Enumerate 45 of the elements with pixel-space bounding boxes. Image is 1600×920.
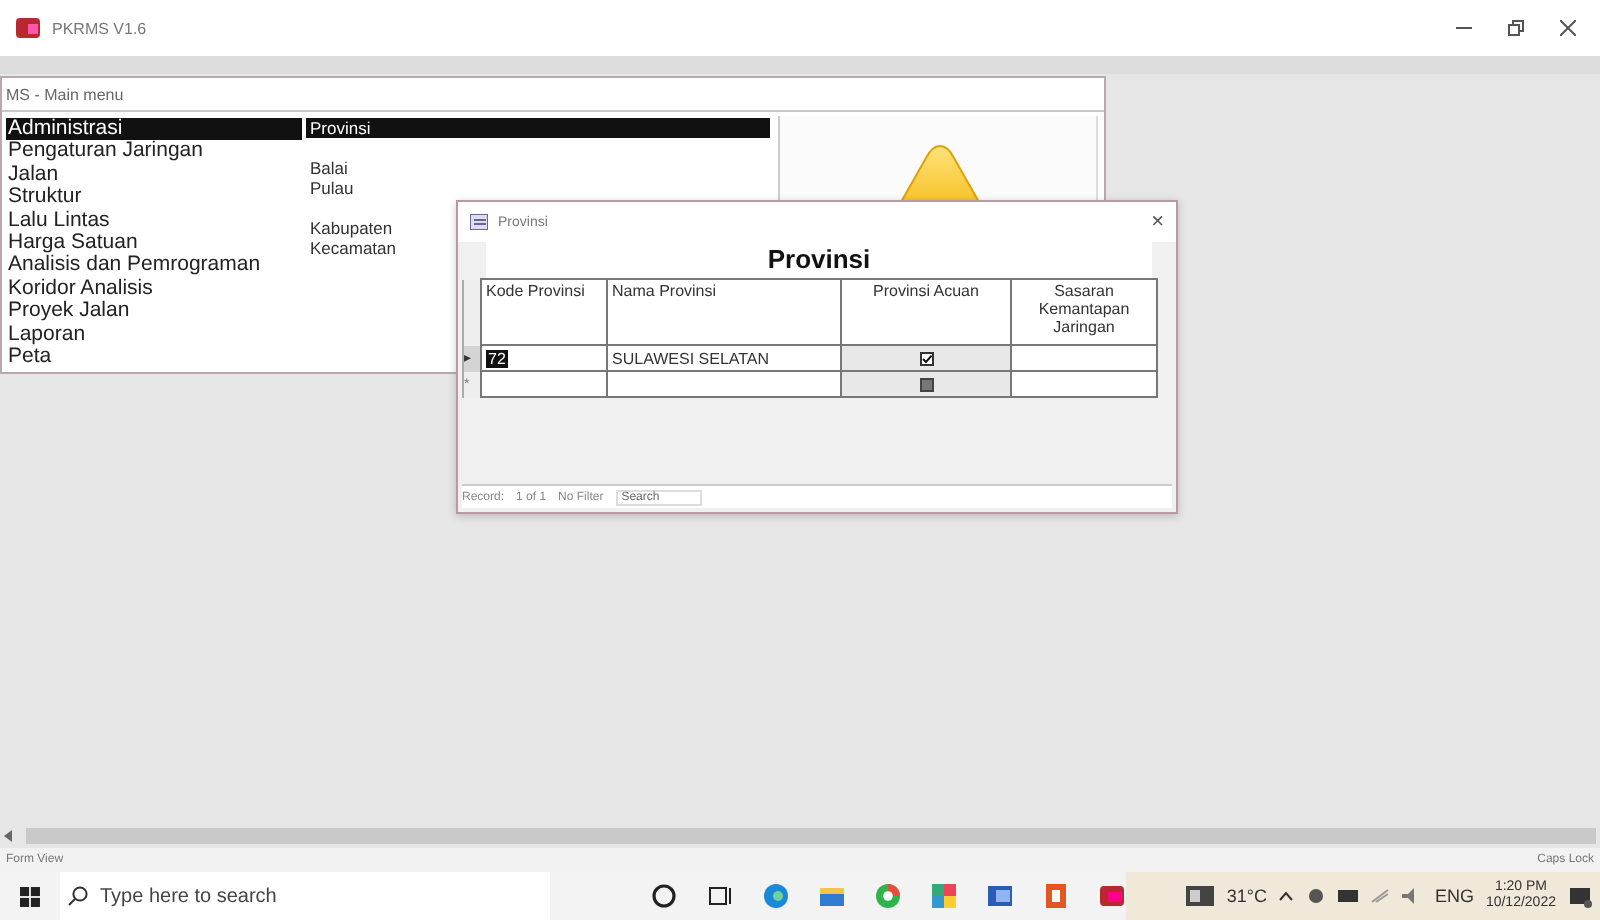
submenu-item[interactable]: Kabupaten	[306, 218, 393, 238]
window-title: PKRMS V1.6	[52, 19, 147, 37]
column-header: Provinsi Acuan	[841, 279, 1011, 345]
form-heading: Provinsi	[486, 242, 1152, 278]
task-view-icon[interactable]	[706, 882, 735, 910]
form-title: MS - Main menu	[6, 85, 124, 103]
language-indicator[interactable]: ENG	[1434, 886, 1474, 906]
menu-item[interactable]: Koridor Analisis	[6, 277, 302, 301]
column-header: Sasaran Kemantapan Jaringan	[1011, 279, 1157, 345]
table-cell[interactable]: 72	[486, 349, 508, 367]
browser-icon[interactable]	[762, 882, 791, 910]
form-icon	[470, 214, 488, 230]
menu-item[interactable]: Laporan	[6, 323, 302, 347]
menu-item[interactable]: Harga Satuan	[6, 232, 302, 255]
submenu-item[interactable]: Provinsi	[306, 118, 770, 138]
menu-item[interactable]: Proyek Jalan	[6, 300, 302, 324]
column-header: Nama Provinsi	[607, 279, 841, 345]
chevron-icon	[1278, 890, 1295, 902]
scroll-left-icon	[4, 830, 14, 842]
menu-item[interactable]: Peta	[6, 346, 302, 369]
checkbox[interactable]	[919, 377, 933, 392]
search-icon	[67, 886, 88, 906]
close-button[interactable]: ×	[1151, 210, 1164, 234]
restore-icon[interactable]	[1508, 20, 1524, 36]
menu-item[interactable]: Administrasi	[6, 118, 302, 141]
menu-item[interactable]: Pengaturan Jaringan	[6, 140, 302, 164]
search-field[interactable]: Type here to search	[59, 872, 551, 920]
menu-item[interactable]: Jalan	[6, 163, 302, 187]
weather-text[interactable]: 31°C	[1226, 886, 1267, 906]
submenu-item[interactable]: Pulau	[306, 178, 354, 198]
weather-icon	[1186, 886, 1215, 906]
column-header: Kode Provinsi	[481, 279, 607, 345]
close-icon[interactable]	[1560, 20, 1576, 36]
menu-item[interactable]: Analisis dan Pemrograman	[6, 254, 302, 278]
menu-item[interactable]: Struktur	[6, 186, 302, 210]
checkbox[interactable]	[919, 351, 933, 366]
submenu-item[interactable]: Kecamatan	[306, 238, 396, 258]
app-icon[interactable]	[930, 882, 959, 910]
start-icon[interactable]	[20, 885, 40, 907]
horizontal-scrollbar[interactable]	[26, 828, 1596, 844]
submenu-item[interactable]: Balai	[306, 158, 348, 178]
app-icon	[16, 18, 40, 38]
notification-icon	[1568, 884, 1592, 908]
menu-item[interactable]: Lalu Lintas	[6, 209, 302, 233]
folder-icon[interactable]	[818, 882, 847, 910]
